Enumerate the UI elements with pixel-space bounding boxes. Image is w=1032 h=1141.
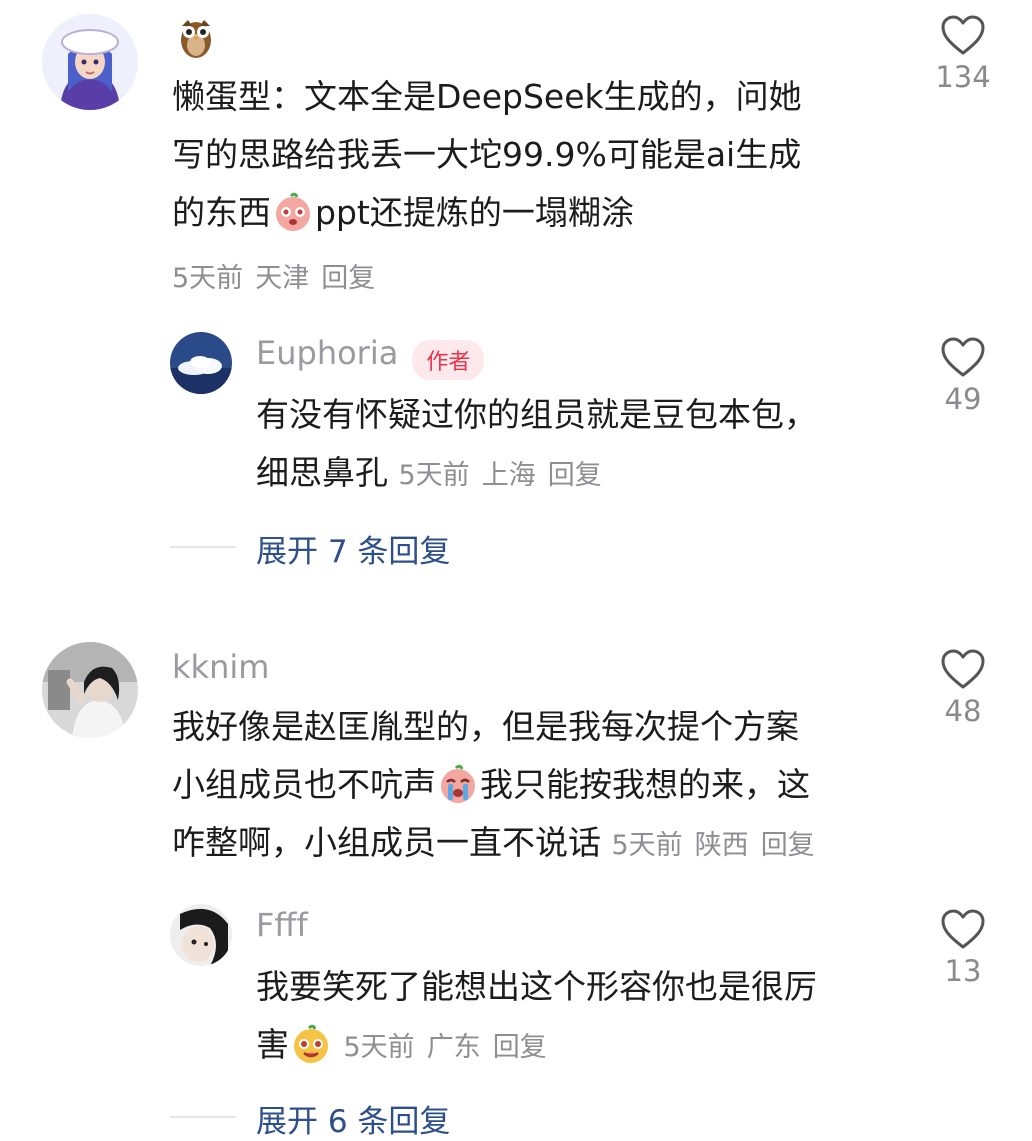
comment-fragment: 细思鼻孔 <box>256 453 388 492</box>
reply-button[interactable]: 回复 <box>761 830 815 861</box>
heart-eyes-emoji-icon <box>291 1024 331 1064</box>
avatar[interactable] <box>170 332 232 394</box>
expand-replies-button[interactable]: 展开 6 条回复 <box>256 1096 450 1141</box>
expand-replies-button[interactable]: 展开 7 条回复 <box>256 526 450 571</box>
avatar[interactable] <box>170 904 232 966</box>
comment-meta: 5天前 天津 回复 <box>172 256 387 295</box>
like-count: 134 <box>935 60 991 94</box>
like-button[interactable]: 49 <box>918 336 1008 416</box>
divider <box>170 1116 236 1118</box>
comment-fragment: ppt还提炼的一塌糊涂 <box>315 193 634 232</box>
comment-meta: 5天前 上海 回复 <box>399 460 614 491</box>
comment-text: 我要笑死了能想出这个形容你也是很厉 害 5天前 广东 回复 <box>256 958 896 1077</box>
comment-location: 天津 <box>255 263 310 294</box>
like-count: 48 <box>944 694 982 728</box>
comment-time: 5天前 <box>398 460 470 491</box>
comment-time: 5天前 <box>343 1032 415 1063</box>
comment-fragment: 小组成员也不吭声 <box>172 765 436 804</box>
comment-text: 懒蛋型：文本全是DeepSeek生成的，问她 写的思路给我丢一大坨99.9%可能… <box>172 68 902 242</box>
owl-emoji-icon <box>176 12 216 60</box>
comment-line: 我好像是赵匡胤型的，但是我每次提个方案 <box>172 707 799 746</box>
reply-button[interactable]: 回复 <box>493 1032 547 1063</box>
comment-meta: 5天前 广东 回复 <box>344 1032 559 1063</box>
comment-time: 5天前 <box>172 263 244 294</box>
avatar[interactable] <box>42 642 138 738</box>
comment-line: 写的思路给我丢一大坨99.9%可能是ai生成 <box>172 135 802 174</box>
comment-time: 5天前 <box>611 830 683 861</box>
like-button[interactable]: 13 <box>918 908 1008 988</box>
divider <box>170 546 236 548</box>
comment-line: 害 5天前 广东 回复 <box>256 1016 896 1077</box>
comment-text: 我好像是赵匡胤型的，但是我每次提个方案 小组成员也不吭声 我只能按我想的来，这 咋… <box>172 698 902 875</box>
username[interactable]: kknim <box>172 648 269 686</box>
reply-header: Euphoria 作者 <box>256 334 485 380</box>
heart-icon[interactable] <box>918 14 1008 60</box>
crying-face-emoji-icon <box>438 764 478 804</box>
comment-fragment: 的东西 <box>172 193 271 232</box>
heart-icon[interactable] <box>918 336 1008 382</box>
username[interactable]: Euphoria <box>256 334 398 372</box>
comment-location: 上海 <box>481 460 536 491</box>
like-count: 13 <box>944 954 982 988</box>
reply-button[interactable]: 回复 <box>548 460 602 491</box>
comment-line: 我要笑死了能想出这个形容你也是很厉 <box>256 967 817 1006</box>
like-button[interactable]: 134 <box>918 14 1008 94</box>
comment-location: 广东 <box>426 1032 481 1063</box>
avatar[interactable] <box>42 14 138 110</box>
reply-button[interactable]: 回复 <box>321 263 375 294</box>
like-button[interactable]: 48 <box>918 648 1008 728</box>
comment-line: 的东西 ppt还提炼的一塌糊涂 <box>172 184 902 242</box>
like-count: 49 <box>944 382 982 416</box>
heart-icon[interactable] <box>918 648 1008 694</box>
comment-line: 小组成员也不吭声 我只能按我想的来，这 <box>172 756 902 814</box>
comment-fragment: 我只能按我想的来，这 <box>480 765 810 804</box>
comment-line: 有没有怀疑过你的组员就是豆包本包， <box>256 395 817 434</box>
comment-fragment: 咋整啊，小组成员一直不说话 <box>172 823 601 862</box>
username[interactable]: Ffff <box>256 906 308 944</box>
heart-icon[interactable] <box>918 908 1008 954</box>
comment-fragment: 害 <box>256 1025 289 1064</box>
comment-line: 细思鼻孔 5天前 上海 回复 <box>256 444 896 505</box>
shocked-face-emoji-icon <box>273 192 313 232</box>
comment-location: 陕西 <box>694 830 749 861</box>
comment-line: 咋整啊，小组成员一直不说话 5天前 陕西 回复 <box>172 814 902 875</box>
comment-line: 懒蛋型：文本全是DeepSeek生成的，问她 <box>172 77 802 116</box>
comment-text: 有没有怀疑过你的组员就是豆包本包， 细思鼻孔 5天前 上海 回复 <box>256 386 896 505</box>
author-badge: 作者 <box>412 339 485 380</box>
comment-meta: 5天前 陕西 回复 <box>612 830 827 861</box>
